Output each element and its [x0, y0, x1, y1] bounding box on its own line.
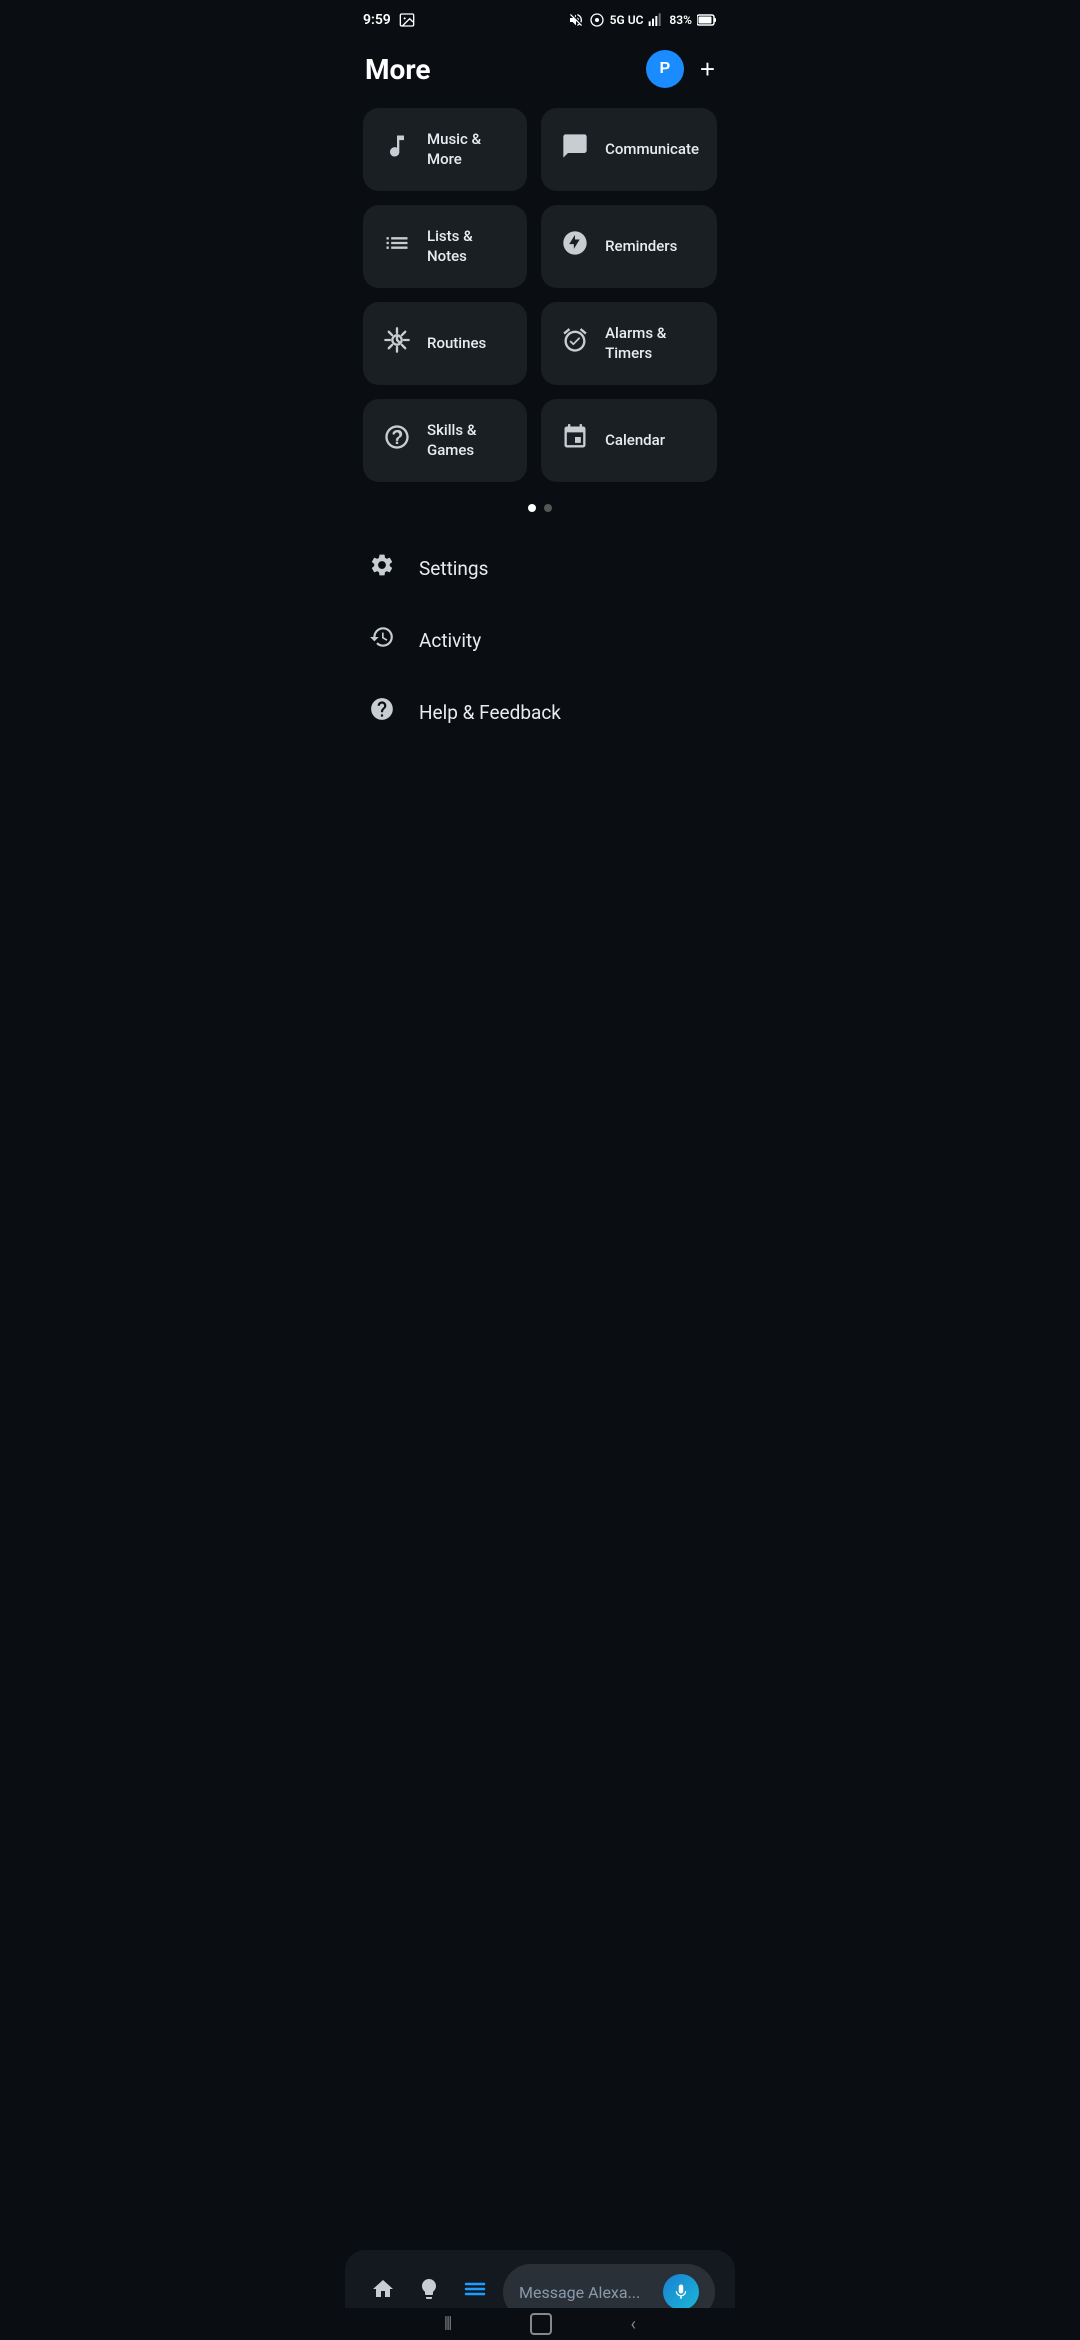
message-placeholder: Message Alexa... [519, 2283, 653, 2302]
gallery-icon [399, 12, 415, 28]
card-alarms-timers-label: Alarms & Timers [605, 324, 699, 363]
home-icon [371, 2277, 395, 2301]
more-nav-button[interactable] [457, 2273, 493, 2311]
card-routines[interactable]: Routines [363, 302, 527, 385]
spacer [345, 758, 735, 878]
card-calendar-label: Calendar [605, 431, 665, 451]
card-alarms-timers[interactable]: Alarms & Timers [541, 302, 717, 385]
calendar-icon [559, 423, 591, 458]
pagination-dots [345, 504, 735, 512]
lists-icon [381, 229, 413, 264]
pagination-dot-1[interactable] [528, 504, 536, 512]
card-music-more[interactable]: Music & More [363, 108, 527, 191]
feature-grid: Music & More Communicate Lists & Notes R… [345, 108, 735, 482]
card-skills-games-label: Skills & Games [427, 421, 509, 460]
card-communicate-label: Communicate [605, 140, 699, 160]
menu-item-settings[interactable]: Settings [367, 532, 713, 604]
battery-icon [697, 14, 717, 26]
network-label: 5G UC [610, 13, 644, 27]
bulb-icon [417, 2277, 441, 2301]
activity-icon [367, 624, 397, 656]
status-time: 9:59 [363, 12, 415, 28]
music-icon [381, 132, 413, 167]
android-recent-button[interactable]: ⦀ [444, 2314, 452, 2335]
cards-grid: Music & More Communicate Lists & Notes R… [363, 108, 717, 482]
card-skills-games[interactable]: Skills & Games [363, 399, 527, 482]
mic-button[interactable] [663, 2274, 699, 2310]
communicate-icon [559, 132, 591, 167]
help-feedback-label: Help & Feedback [419, 701, 561, 724]
settings-label: Settings [419, 557, 488, 580]
battery-label: 83% [669, 13, 692, 27]
signal-icon [648, 12, 664, 28]
menu-list: Settings Activity Help & Feedback [345, 522, 735, 758]
card-routines-label: Routines [427, 334, 486, 354]
help-icon [367, 696, 397, 728]
profile-button[interactable]: P [646, 50, 684, 88]
location-icon [589, 12, 605, 28]
skills-icon [381, 423, 413, 458]
devices-nav-button[interactable] [411, 2273, 447, 2311]
gear-icon [367, 552, 397, 584]
status-bar: 9:59 5G UC 83% [345, 0, 735, 36]
menu-item-activity[interactable]: Activity [367, 604, 713, 676]
reminders-icon [559, 229, 591, 264]
card-calendar[interactable]: Calendar [541, 399, 717, 482]
card-reminders[interactable]: Reminders [541, 205, 717, 288]
page-title: More [365, 53, 430, 86]
page-header: More P + [345, 36, 735, 108]
card-music-more-label: Music & More [427, 130, 509, 169]
pagination-dot-2[interactable] [544, 504, 552, 512]
menu-icon [463, 2277, 487, 2301]
card-reminders-label: Reminders [605, 237, 677, 257]
android-back-button[interactable]: ‹ [630, 2314, 635, 2335]
activity-label: Activity [419, 629, 481, 652]
card-lists-notes-label: Lists & Notes [427, 227, 509, 266]
card-lists-notes[interactable]: Lists & Notes [363, 205, 527, 288]
status-indicators: 5G UC 83% [568, 12, 717, 28]
mic-icon [672, 2283, 690, 2301]
mute-icon [568, 12, 584, 28]
menu-item-help[interactable]: Help & Feedback [367, 676, 713, 748]
alarms-icon [559, 326, 591, 361]
android-nav-bar: ⦀ ‹ [345, 2308, 735, 2340]
home-nav-button[interactable] [365, 2273, 401, 2311]
time-display: 9:59 [363, 12, 391, 28]
android-home-button[interactable] [530, 2313, 552, 2335]
add-button[interactable]: + [700, 56, 715, 82]
card-communicate[interactable]: Communicate [541, 108, 717, 191]
routines-icon [381, 326, 413, 361]
header-actions: P + [646, 50, 715, 88]
